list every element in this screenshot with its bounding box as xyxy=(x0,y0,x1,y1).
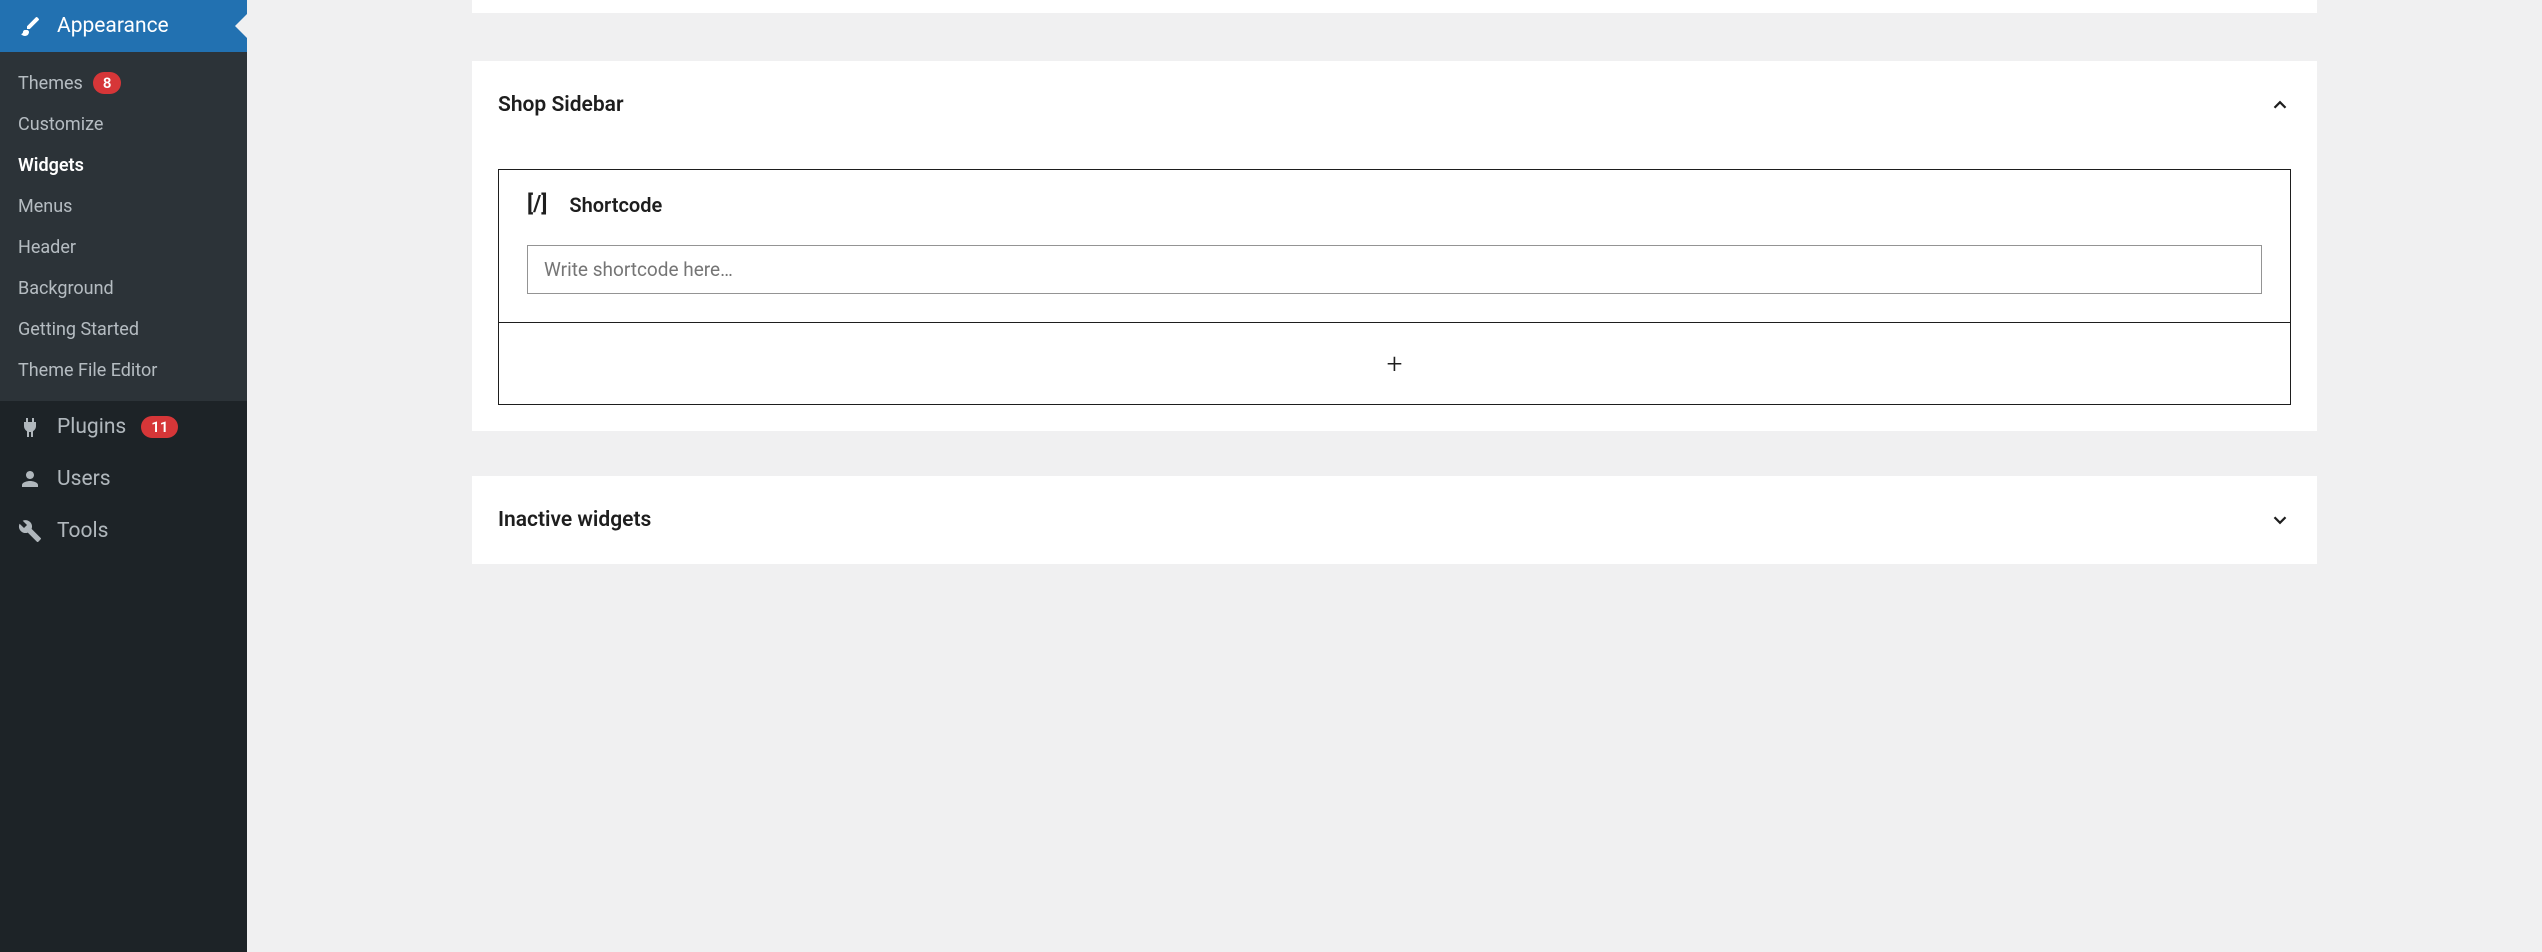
plug-icon xyxy=(18,415,42,439)
sidebar-item-users[interactable]: Users xyxy=(0,453,247,505)
admin-sidebar: Appearance Themes 8 Customize Widgets Me… xyxy=(0,0,247,952)
sidebar-item-label: Plugins xyxy=(57,415,126,439)
plus-icon: + xyxy=(1387,347,1403,380)
paintbrush-icon xyxy=(18,14,42,38)
shortcode-widget-block[interactable]: [/] Shortcode xyxy=(498,169,2291,323)
shortcode-icon: [/] xyxy=(527,192,547,217)
sidebar-subitem-label: Getting Started xyxy=(18,319,139,340)
themes-badge: 8 xyxy=(93,72,122,94)
sidebar-item-appearance[interactable]: Appearance xyxy=(0,0,247,52)
sidebar-subitem-label: Themes xyxy=(18,73,83,94)
sidebar-subitem-header[interactable]: Header xyxy=(0,227,247,268)
plugins-badge: 11 xyxy=(141,416,178,438)
wrench-icon xyxy=(18,519,42,543)
main-content: Shop Sidebar [/] Shortcode + Inactive wi… xyxy=(247,0,2542,952)
sidebar-item-plugins[interactable]: Plugins 11 xyxy=(0,401,247,453)
widget-area-title: Inactive widgets xyxy=(498,508,651,532)
sidebar-subitem-label: Customize xyxy=(18,114,103,135)
sidebar-item-label: Appearance xyxy=(57,14,169,38)
sidebar-subitem-label: Header xyxy=(18,237,76,258)
sidebar-subitem-menus[interactable]: Menus xyxy=(0,186,247,227)
widget-area-shop-sidebar: Shop Sidebar [/] Shortcode + xyxy=(472,61,2317,431)
widget-area-header[interactable]: Shop Sidebar xyxy=(498,87,2291,169)
widget-block-header: [/] Shortcode xyxy=(527,192,2262,217)
sidebar-subitem-themes[interactable]: Themes 8 xyxy=(0,62,247,104)
sidebar-subitem-label: Widgets xyxy=(18,155,84,176)
sidebar-subitem-label: Menus xyxy=(18,196,72,217)
sidebar-item-tools[interactable]: Tools xyxy=(0,505,247,557)
add-block-button[interactable]: + xyxy=(498,322,2291,405)
widget-area-title: Shop Sidebar xyxy=(498,93,624,117)
sidebar-subitem-background[interactable]: Background xyxy=(0,268,247,309)
sidebar-subitem-label: Background xyxy=(18,278,114,299)
widget-block-title: Shortcode xyxy=(569,193,662,217)
chevron-up-icon xyxy=(2269,94,2291,116)
chevron-down-icon xyxy=(2269,509,2291,531)
sidebar-item-label: Users xyxy=(57,467,111,491)
sidebar-item-label: Tools xyxy=(57,519,108,543)
sidebar-subitem-getting-started[interactable]: Getting Started xyxy=(0,309,247,350)
sidebar-subitem-widgets[interactable]: Widgets xyxy=(0,145,247,186)
widget-area-header[interactable]: Inactive widgets xyxy=(498,502,2291,538)
user-icon xyxy=(18,467,42,491)
appearance-submenu: Themes 8 Customize Widgets Menus Header … xyxy=(0,52,247,401)
shortcode-input[interactable] xyxy=(527,245,2262,294)
panel-top-sliver xyxy=(472,0,2317,13)
widget-area-inactive: Inactive widgets xyxy=(472,476,2317,564)
sidebar-subitem-theme-file-editor[interactable]: Theme File Editor xyxy=(0,350,247,391)
sidebar-subitem-customize[interactable]: Customize xyxy=(0,104,247,145)
sidebar-subitem-label: Theme File Editor xyxy=(18,360,157,381)
